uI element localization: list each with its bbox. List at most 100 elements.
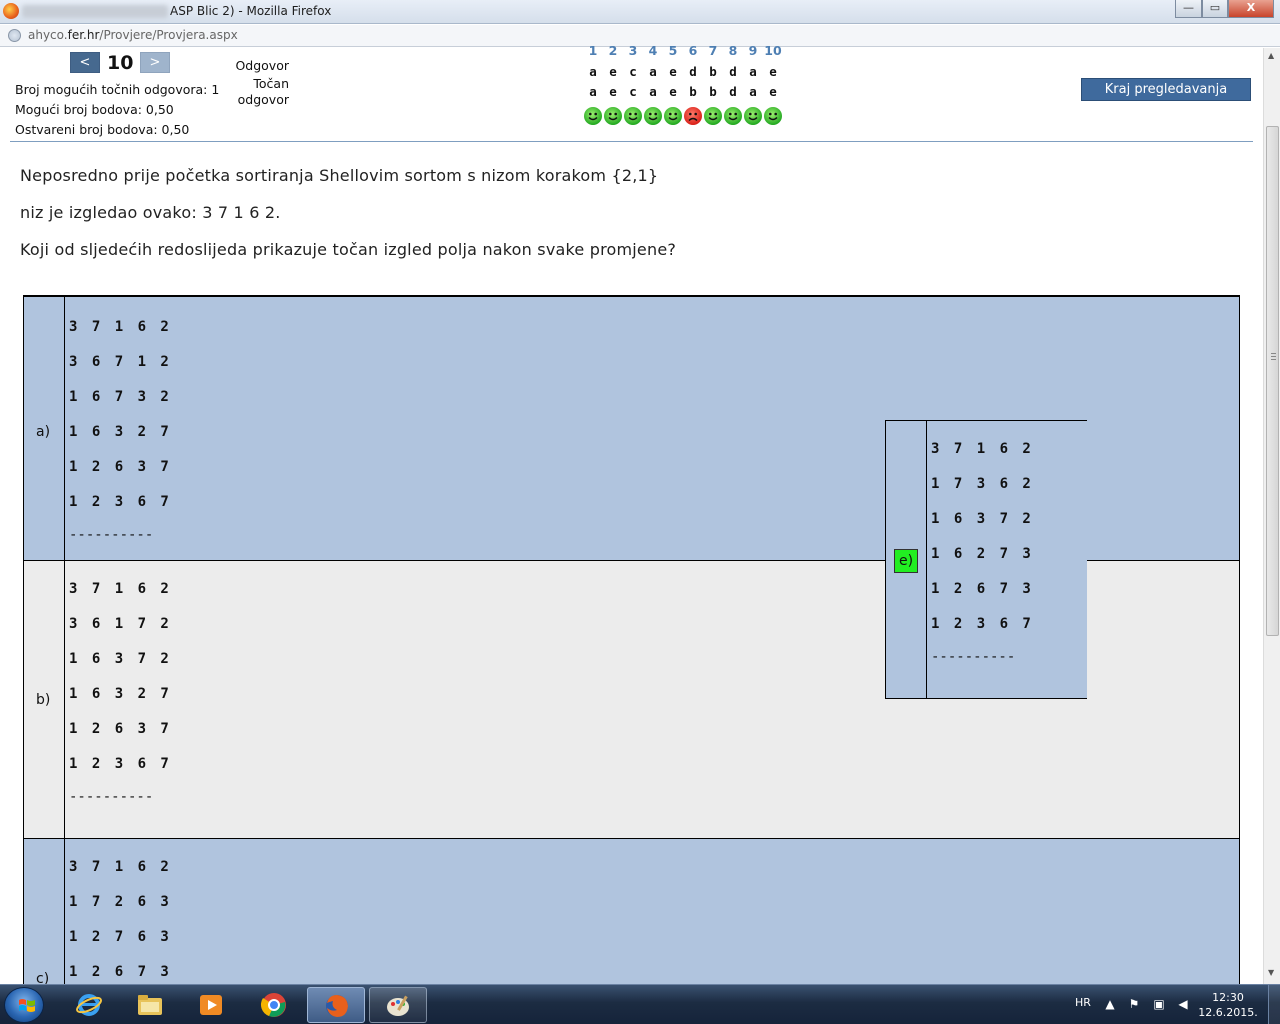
smiley-happy-icon: [744, 107, 762, 125]
given-answer: b: [709, 64, 717, 79]
header-divider: [10, 141, 1253, 142]
folder-icon: [138, 995, 162, 1015]
sequence-line: 1 2 3 6 7: [69, 756, 172, 772]
show-hidden-icons-icon[interactable]: ▲: [1103, 997, 1117, 1011]
taskbar-internet-explorer[interactable]: [60, 987, 118, 1023]
windows-logo-icon: [19, 999, 35, 1012]
option-letter-cell: c): [24, 839, 65, 984]
given-answer: e: [669, 64, 677, 79]
sequence-line: 1 2 6 3 7: [69, 721, 172, 737]
correct-answer: a: [589, 84, 597, 99]
question-link[interactable]: 3: [623, 43, 643, 58]
network-icon[interactable]: ▣: [1152, 997, 1166, 1011]
question-link[interactable]: 1: [583, 43, 603, 58]
question-number: 10: [107, 52, 134, 74]
sequence-line: 3 7 1 6 2: [69, 581, 172, 597]
correct-row-label-1: Točan: [253, 76, 289, 91]
smiley-happy-icon: [764, 107, 782, 125]
taskbar-file-explorer[interactable]: [121, 987, 179, 1023]
minimize-button[interactable]: —: [1175, 0, 1202, 18]
question-line-1: Neposredno prije početka sortiranja Shel…: [20, 166, 659, 185]
question-link[interactable]: 9: [743, 43, 763, 58]
smiley-happy-icon: [664, 107, 682, 125]
question-link[interactable]: 4: [643, 43, 663, 58]
option-a-letter: a): [36, 424, 51, 440]
sequence-line: 1 6 3 7 2: [931, 511, 1034, 527]
end-review-button[interactable]: Kraj pregledavanja: [1081, 78, 1251, 101]
scrollbar-thumb[interactable]: [1266, 126, 1279, 636]
given-answer: d: [689, 64, 697, 79]
action-center-flag-icon[interactable]: ⚑: [1127, 997, 1141, 1011]
correct-answer: b: [689, 84, 697, 99]
system-clock[interactable]: 12:30 12.6.2015.: [1196, 990, 1260, 1020]
show-desktop-button[interactable]: [1268, 985, 1280, 1024]
start-button[interactable]: [4, 987, 44, 1023]
correct-answer: c: [629, 84, 637, 99]
question-link[interactable]: 2: [603, 43, 623, 58]
taskbar-paint[interactable]: [369, 987, 427, 1023]
sequence-line: 1 7 3 6 2: [931, 476, 1034, 492]
given-answer: c: [629, 64, 637, 79]
max-points: Mogući broj bodova: 0,50: [15, 102, 174, 117]
taskbar-media-player[interactable]: [182, 987, 240, 1023]
taskbar-firefox[interactable]: [307, 987, 365, 1023]
option-e-divider: [926, 421, 927, 698]
media-player-icon: [200, 995, 222, 1015]
firefox-icon: [326, 995, 348, 1017]
earned-points: Ostvareni broj bodova: 0,50: [15, 122, 190, 137]
option-e-letter: e): [894, 549, 918, 573]
correct-answer: a: [649, 84, 657, 99]
sequence-line: 1 2 3 6 7: [69, 494, 172, 510]
paint-icon: [387, 995, 409, 1016]
option-letter-cell: b): [24, 561, 65, 838]
option-c-row[interactable]: c) 3 7 1 6 2 1 7 2 6 3 1 2 7 6 3 1 2 6 7…: [24, 839, 1239, 984]
sequence-separator: ----------: [931, 649, 1016, 665]
sequence-separator: ----------: [69, 527, 154, 543]
close-button[interactable]: X: [1228, 0, 1274, 18]
option-e-selected-box[interactable]: e) 3 7 1 6 2 1 7 3 6 2 1 6 3 7 2 1 6 2 7…: [885, 420, 1087, 699]
chrome-icon: [260, 993, 286, 1017]
volume-muted-icon[interactable]: ◀: [1176, 997, 1190, 1011]
sequence-line: 1 6 3 2 7: [69, 424, 172, 440]
question-link[interactable]: 6: [683, 43, 703, 58]
question-link[interactable]: 10: [763, 43, 783, 58]
url-text[interactable]: ahyco.fer.hr/Provjere/Provjera.aspx: [28, 28, 238, 42]
maximize-button[interactable]: ▭: [1202, 0, 1228, 18]
sequence-line: 1 2 6 7 3: [69, 964, 172, 980]
sequence-line: 3 6 7 1 2: [69, 354, 172, 370]
question-link[interactable]: 7: [703, 43, 723, 58]
question-link[interactable]: 8: [723, 43, 743, 58]
correct-answer: b: [709, 84, 717, 99]
windows-taskbar: HR ▲ ⚑ ▣ ◀ 12:30 12.6.2015.: [0, 984, 1280, 1024]
clock-date: 12.6.2015.: [1198, 1006, 1258, 1019]
given-answer: e: [609, 64, 617, 79]
sequence-line: 1 2 7 6 3: [69, 929, 172, 945]
firefox-icon: [3, 3, 19, 19]
next-question-button[interactable]: >: [140, 52, 170, 73]
question-link[interactable]: 5: [663, 43, 683, 58]
taskbar-chrome[interactable]: [245, 987, 303, 1023]
correct-answer: e: [669, 84, 677, 99]
option-b-letter: b): [36, 692, 51, 708]
option-letter-cell: a): [24, 297, 65, 560]
answer-row-label: Odgovor: [235, 58, 289, 73]
language-indicator[interactable]: HR: [1075, 996, 1091, 1009]
clock-time: 12:30: [1212, 991, 1244, 1004]
sequence-line: 1 2 6 7 3: [931, 581, 1034, 597]
sequence-line: 3 7 1 6 2: [931, 441, 1034, 457]
correct-answer: e: [609, 84, 617, 99]
sequence-line: 3 6 1 7 2: [69, 616, 172, 632]
sequence-line: 1 6 2 7 3: [931, 546, 1034, 562]
previous-question-button[interactable]: <: [70, 52, 100, 73]
scroll-up-arrow-icon[interactable]: ▲: [1268, 51, 1274, 60]
correct-answer: d: [729, 84, 737, 99]
title-redacted: [22, 5, 168, 18]
smiley-happy-icon: [584, 107, 602, 125]
smiley-sad-icon: [684, 107, 702, 125]
question-line-3: Koji od sljedećih redoslijeda prikazuje …: [20, 240, 677, 259]
sequence-line: 1 6 3 7 2: [69, 651, 172, 667]
smiley-happy-icon: [644, 107, 662, 125]
sequence-line: 1 2 6 3 7: [69, 459, 172, 475]
vertical-scrollbar[interactable]: ▲ ▼: [1263, 48, 1280, 984]
scroll-down-arrow-icon[interactable]: ▼: [1268, 968, 1274, 977]
